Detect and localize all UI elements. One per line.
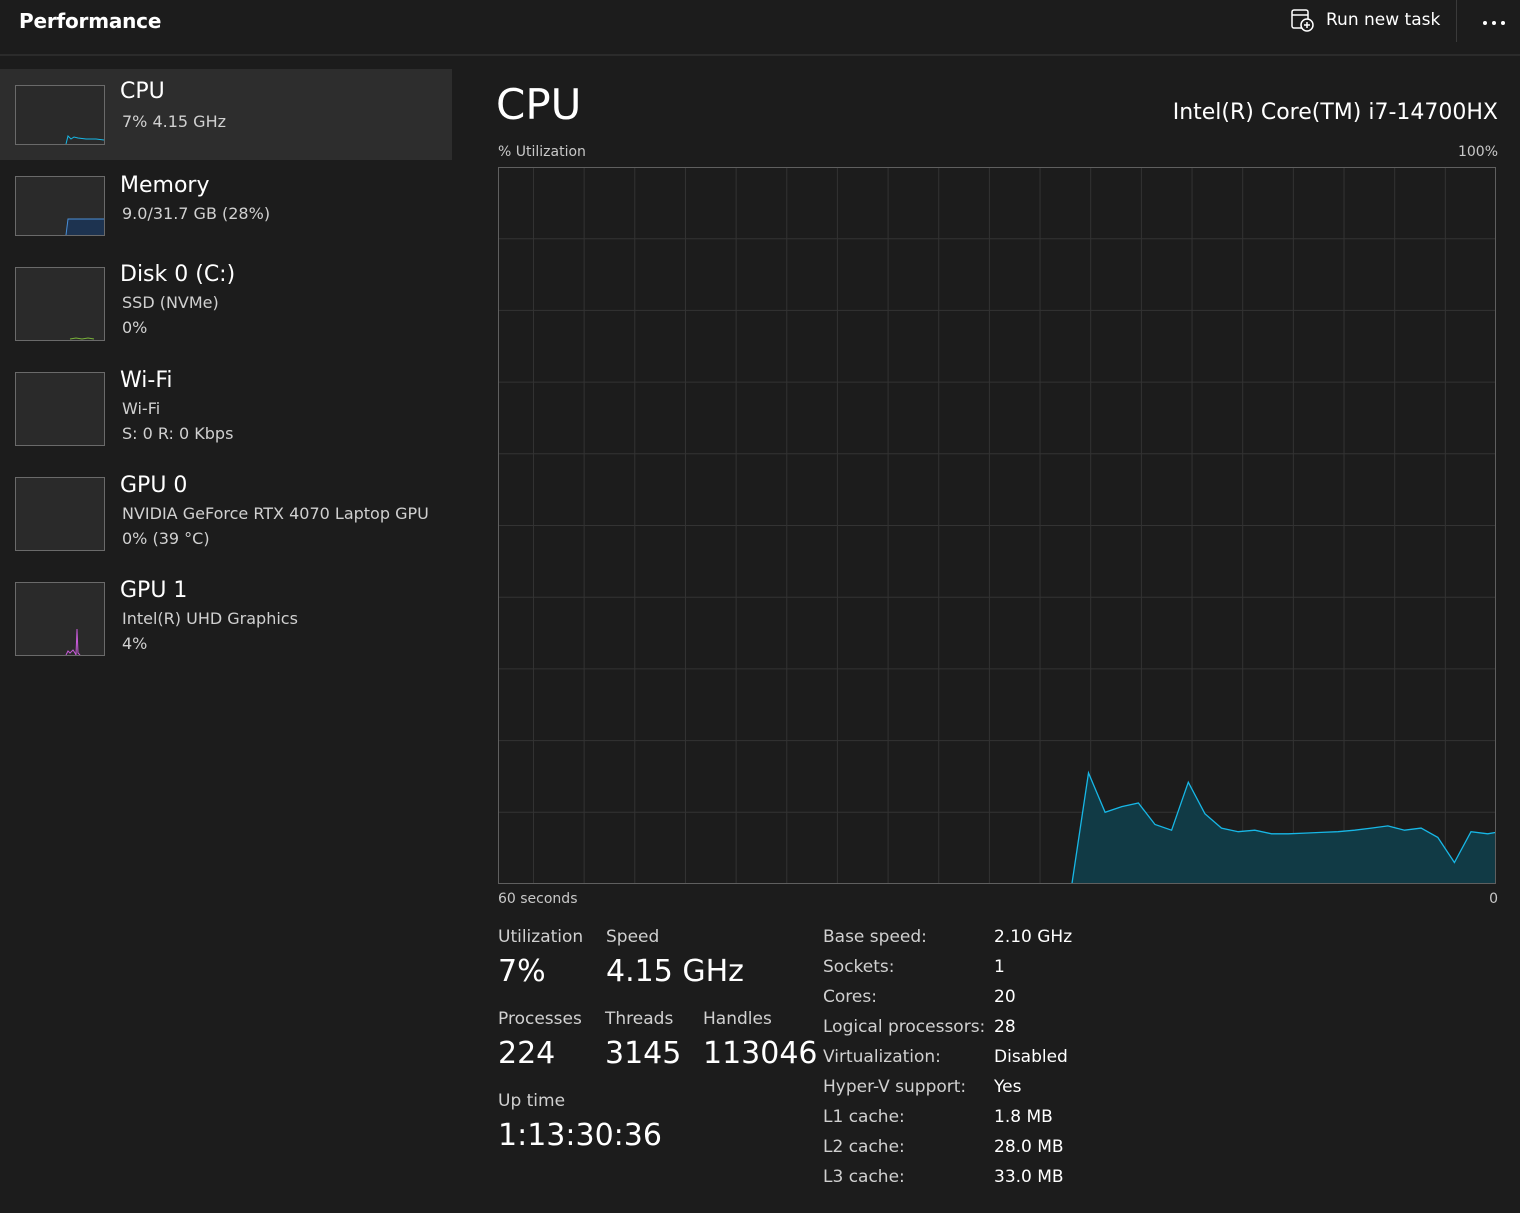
detail-value: 1.8 MB: [994, 1107, 1053, 1127]
sidebar-item-detail: NVIDIA GeForce RTX 4070 Laptop GPU: [122, 504, 429, 523]
gpu1-thumbnail-graph: [15, 582, 105, 656]
cpu-utilization-graph: [482, 167, 1497, 885]
cpu-usage-area: [1071, 772, 1496, 884]
sidebar-item-detail: Wi-Fi: [122, 399, 161, 418]
detail-value: Disabled: [994, 1047, 1068, 1067]
detail-key: Base speed:: [823, 927, 927, 947]
wifi-thumbnail-graph: [15, 372, 105, 446]
toolbar-divider: [1456, 0, 1457, 42]
sidebar-item-detail: 0%: [122, 318, 148, 337]
sidebar-item-detail: 0% (39 °C): [122, 529, 210, 548]
cpu-model-name: Intel(R) Core(TM) i7-14700HX: [1172, 100, 1498, 125]
detail-value: 28.0 MB: [994, 1137, 1064, 1157]
run-task-icon: [1290, 8, 1314, 32]
detail-key: L3 cache:: [823, 1167, 905, 1187]
threads-label: Threads: [605, 1009, 674, 1029]
detail-key: Logical processors:: [823, 1017, 986, 1037]
detail-value: Yes: [994, 1077, 1022, 1097]
utilization-value: 7%: [498, 954, 546, 989]
utilization-label: Utilization: [498, 927, 584, 947]
cpu-detail-panel: CPU Intel(R) Core(TM) i7-14700HX % Utili…: [482, 56, 1498, 1213]
sidebar-item-name: GPU 1: [120, 578, 188, 603]
detail-key: Cores:: [823, 987, 877, 1007]
graph-grid: [482, 167, 1497, 884]
detail-key: L1 cache:: [823, 1107, 905, 1127]
uptime-label: Up time: [498, 1091, 566, 1111]
uptime-value: 1:13:30:36: [498, 1118, 662, 1153]
sidebar-item-detail: 4%: [122, 634, 148, 653]
title-bar: Performance Run new task: [0, 0, 1520, 56]
detail-value: 33.0 MB: [994, 1167, 1064, 1187]
sidebar-item-detail: 7% 4.15 GHz: [122, 112, 227, 131]
processes-value: 224: [498, 1036, 556, 1071]
ellipsis-icon: [1482, 11, 1506, 30]
resource-sidebar: CPU 7% 4.15 GHz Memory 9.0/31.7 GB (28%)…: [0, 56, 452, 1213]
page-title: Performance: [19, 9, 162, 33]
threads-value: 3145: [605, 1036, 682, 1071]
resource-title: CPU: [496, 80, 582, 129]
disk-thumbnail-graph: [15, 267, 105, 341]
speed-label: Speed: [606, 927, 660, 947]
gpu0-thumbnail-graph: [15, 477, 105, 551]
detail-key: Virtualization:: [823, 1047, 941, 1067]
sidebar-item-wifi[interactable]: Wi-Fi Wi-Fi S: 0 R: 0 Kbps: [0, 358, 452, 458]
detail-key: Hyper-V support:: [823, 1077, 967, 1097]
run-new-task-button[interactable]: Run new task: [1290, 5, 1440, 35]
sidebar-item-gpu-1[interactable]: GPU 1 Intel(R) UHD Graphics 4%: [0, 568, 452, 668]
graph-x-right-label: 0: [1489, 891, 1498, 907]
sidebar-item-detail: SSD (NVMe): [122, 293, 219, 312]
sidebar-item-name: Wi-Fi: [120, 368, 173, 393]
sidebar-item-name: Disk 0 (C:): [120, 262, 236, 287]
detail-value: 20: [994, 987, 1016, 1007]
sidebar-item-name: Memory: [120, 173, 210, 198]
graph-y-max-label: 100%: [1457, 144, 1498, 160]
handles-label: Handles: [703, 1009, 772, 1029]
sidebar-item-detail: S: 0 R: 0 Kbps: [122, 424, 234, 443]
sidebar-item-disk[interactable]: Disk 0 (C:) SSD (NVMe) 0%: [0, 252, 452, 352]
sidebar-item-detail: 9.0/31.7 GB (28%): [122, 204, 271, 223]
detail-value: 28: [994, 1017, 1016, 1037]
sidebar-item-gpu-0[interactable]: GPU 0 NVIDIA GeForce RTX 4070 Laptop GPU…: [0, 463, 452, 563]
sidebar-item-name: GPU 0: [120, 473, 188, 498]
detail-key: L2 cache:: [823, 1137, 905, 1157]
sidebar-item-name: CPU: [120, 79, 165, 104]
detail-value: 1: [994, 957, 1005, 977]
sidebar-item-detail: Intel(R) UHD Graphics: [122, 609, 298, 628]
graph-x-left-label: 60 seconds: [498, 891, 578, 907]
speed-value: 4.15 GHz: [606, 954, 744, 989]
graph-y-label: % Utilization: [498, 144, 586, 160]
detail-value: 2.10 GHz: [994, 927, 1073, 947]
sidebar-item-cpu[interactable]: CPU 7% 4.15 GHz: [0, 69, 452, 160]
cpu-thumbnail-graph: [15, 85, 105, 145]
handles-value: 113046: [703, 1036, 818, 1071]
more-options-button[interactable]: [1478, 5, 1510, 35]
memory-thumbnail-graph: [15, 176, 105, 236]
processes-label: Processes: [498, 1009, 582, 1029]
detail-key: Sockets:: [823, 957, 895, 977]
sidebar-item-memory[interactable]: Memory 9.0/31.7 GB (28%): [0, 162, 452, 248]
run-task-label: Run new task: [1326, 10, 1441, 30]
